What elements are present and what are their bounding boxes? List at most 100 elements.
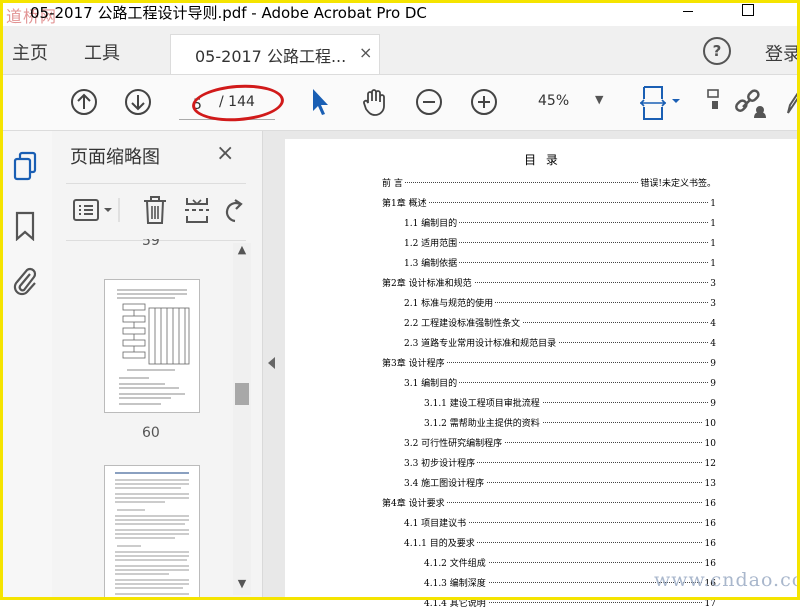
rotate-icon <box>225 199 243 223</box>
toc-entry-label: 1.2 适用范围 <box>404 237 460 251</box>
toc-entry-label: 第2章 设计标准和规范 <box>382 277 474 291</box>
toc-entry-label: 1.3 编制依据 <box>404 257 460 271</box>
toc-entry-page: 9 <box>708 397 716 411</box>
scroll-down-icon[interactable]: ▼ <box>233 577 251 593</box>
toc-entry-page: 1 <box>708 237 716 251</box>
toc-entry-page: 16 <box>702 497 716 511</box>
toc-entry-page: 4 <box>708 337 716 351</box>
toc-entry[interactable]: 1.3 编制依据 1 <box>404 257 716 271</box>
zoom-level[interactable]: 45% <box>538 93 569 109</box>
toc-entry-page: 16 <box>702 537 716 551</box>
toc-entry[interactable]: 4.1.1 目的及要求 16 <box>404 537 716 551</box>
toc-entry[interactable]: 第1章 概述 1 <box>382 197 716 211</box>
toc-entry-label: 2.2 工程建设标准强制性条文 <box>404 317 523 331</box>
toc-entry[interactable]: 第3章 设计程序 9 <box>382 357 716 371</box>
next-page-button[interactable] <box>124 88 152 116</box>
thumbnail-options-button[interactable] <box>70 194 122 226</box>
toc-entry-page: 12 <box>702 457 716 471</box>
toolbar: / 144 45% ▼ <box>0 75 800 131</box>
collapse-panel-icon[interactable] <box>268 357 275 369</box>
toc-entry-label: 第3章 设计程序 <box>382 357 447 371</box>
toc-entry-label: 4.1.3 编制深度 <box>424 577 488 591</box>
toc-entry[interactable]: 第2章 设计标准和规范 3 <box>382 277 716 291</box>
page-thumbnails-button[interactable] <box>11 151 39 181</box>
toc-entry-page: 9 <box>708 357 716 371</box>
page-preview-icon <box>115 472 189 599</box>
page-thumbnail[interactable] <box>104 279 200 413</box>
window-title: 05-2017 公路工程设计导则.pdf - Adobe Acrobat Pro… <box>30 4 427 22</box>
toc-entry-label: 4.1.2 文件组成 <box>424 557 488 571</box>
home-menu[interactable]: 主页 <box>12 39 48 65</box>
zoom-in-icon <box>471 89 497 115</box>
minimize-button[interactable] <box>683 5 695 17</box>
toc-entry-label: 第4章 设计要求 <box>382 497 447 511</box>
page-preview-icon <box>117 289 190 405</box>
toc-entry-label: 3.2 可行性研究编制程序 <box>404 437 505 451</box>
fit-page-button[interactable] <box>640 85 684 121</box>
zoom-out-button[interactable] <box>415 88 443 116</box>
page-thumbnail[interactable] <box>104 465 200 600</box>
zoom-in-button[interactable] <box>470 88 498 116</box>
toc-entry[interactable]: 1.1 编制目的 1 <box>404 217 716 231</box>
thumbnail-scrollbar[interactable]: ▲ ▼ <box>233 243 251 595</box>
toc-entry[interactable]: 2.3 道路专业常用设计标准和规范目录 4 <box>404 337 716 351</box>
toc-entry[interactable]: 3.3 初步设计程序 12 <box>404 457 716 471</box>
toc-entry[interactable]: 3.1.1 建设工程项目审批流程 9 <box>424 397 716 411</box>
scroll-up-icon[interactable]: ▲ <box>233 243 251 259</box>
document-viewer: 目 录 前 言错误!未定义书签。 第1章 概述 1 1.1 编制目的 1 1.2 适用范围… <box>263 131 800 611</box>
toc-entry-label: 2.1 标准与规范的使用 <box>404 297 496 311</box>
toc-entry-label: 4.1.4 其它说明 <box>424 597 488 611</box>
watermark-bottom: www.cndao.com <box>654 569 800 591</box>
toc-entry-page: 错误!未定义书签。 <box>638 177 716 191</box>
toc-entry-page: 16 <box>702 517 716 531</box>
toc-entry-label: 3.1.1 建设工程项目审批流程 <box>424 397 542 411</box>
zoom-dropdown-icon[interactable]: ▼ <box>595 93 603 106</box>
toc-entry[interactable]: 第4章 设计要求 16 <box>382 497 716 511</box>
close-tab-button[interactable]: × <box>359 43 372 62</box>
maximize-button[interactable] <box>742 4 754 16</box>
toc-entry-label: 1.1 编制目的 <box>404 217 460 231</box>
signin-button[interactable]: 登录 <box>765 40 800 66</box>
bookmark-icon <box>15 211 35 241</box>
leader-dots <box>382 202 716 203</box>
toc-entry[interactable]: 3.4 施工图设计程序 13 <box>404 477 716 491</box>
close-panel-button[interactable]: × <box>216 141 234 166</box>
toc-entry[interactable]: 3.1.2 需帮助业主提供的资料 10 <box>424 417 716 431</box>
share-link-button[interactable] <box>733 85 767 119</box>
extract-page-button[interactable] <box>182 194 212 226</box>
extract-pages-icon <box>185 198 209 223</box>
delete-page-button[interactable] <box>140 194 170 226</box>
toc-entry[interactable]: 前 言 错误!未定义书签。 <box>382 177 716 191</box>
toc-entry[interactable]: 2.2 工程建设标准强制性条文 4 <box>404 317 716 331</box>
arrow-down-circle-icon <box>125 89 151 115</box>
rotate-page-button[interactable] <box>222 194 246 226</box>
paperclip-icon <box>13 267 37 296</box>
toc-entry[interactable]: 3.1 编制目的 9 <box>404 377 716 391</box>
link-icon <box>735 89 766 118</box>
thumbnail-panel: 页面缩略图 × 59 60 ▲ ▼ <box>52 131 263 600</box>
toc-entry[interactable]: 2.1 标准与规范的使用 3 <box>404 297 716 311</box>
toc-entry[interactable]: 3.2 可行性研究编制程序 10 <box>404 437 716 451</box>
document-tab-label: 05-2017 公路工程... <box>195 47 347 66</box>
hand-tool-button[interactable] <box>358 86 390 118</box>
document-tab[interactable]: 05-2017 公路工程... × <box>170 34 380 74</box>
toc-entry[interactable]: 1.2 适用范围 1 <box>404 237 716 251</box>
attachments-button[interactable] <box>11 266 39 296</box>
toc-entry-page: 13 <box>702 477 716 491</box>
toc-entry-label: 4.1 项目建议书 <box>404 517 469 531</box>
toc-entry[interactable]: 4.1.4 其它说明 17 <box>424 597 716 611</box>
scrollbar-thumb[interactable] <box>235 383 249 405</box>
toc-entry-page: 1 <box>708 257 716 271</box>
bookmarks-button[interactable] <box>11 211 39 241</box>
zoom-out-icon <box>416 89 442 115</box>
hand-icon <box>363 89 385 116</box>
more-tools-button[interactable] <box>706 87 720 117</box>
thumbnail-label: 59 <box>142 239 160 249</box>
help-icon[interactable]: ? <box>703 37 731 65</box>
sign-tool-button[interactable] <box>786 89 800 115</box>
toc-entry[interactable]: 4.1 项目建议书 16 <box>404 517 716 531</box>
previous-page-button[interactable] <box>70 88 98 116</box>
tools-menu[interactable]: 工具 <box>84 39 120 65</box>
toc-entry-label: 3.1.2 需帮助业主提供的资料 <box>424 417 542 431</box>
select-tool-button[interactable] <box>308 87 332 117</box>
